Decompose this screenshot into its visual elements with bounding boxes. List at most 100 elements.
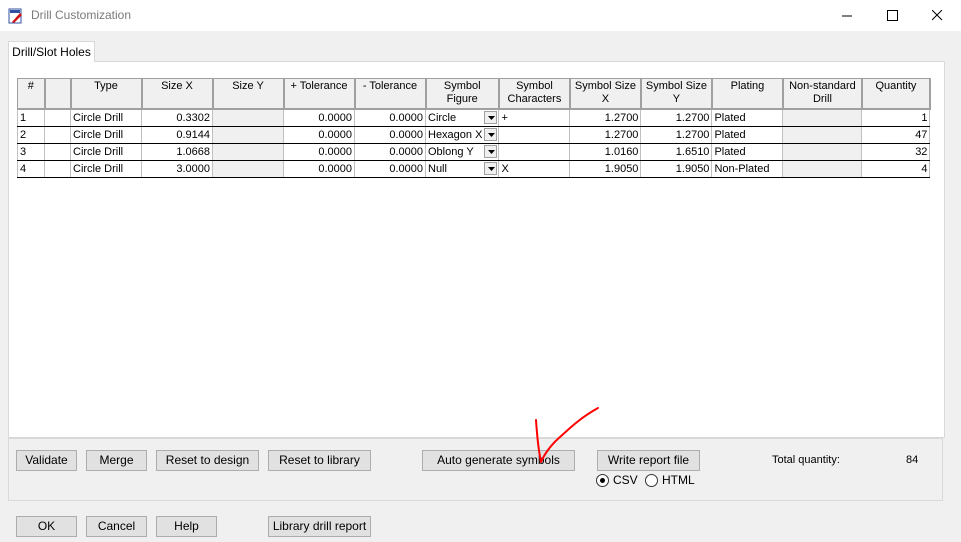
cell-minus-tolerance[interactable]: 0.0000	[354, 125, 426, 144]
ok-button[interactable]: OK	[16, 516, 77, 537]
cell-plus-tolerance[interactable]: 0.0000	[283, 125, 355, 144]
merge-button[interactable]: Merge	[86, 450, 147, 471]
cell-plus-tolerance[interactable]: 0.0000	[283, 142, 355, 161]
maximize-button[interactable]	[869, 0, 915, 31]
total-quantity-value: 84	[906, 454, 919, 466]
table-row[interactable]: 4 Circle Drill 3.0000 0.0000 0.0000 Null…	[17, 159, 931, 178]
cell-symbol-characters[interactable]: X	[498, 159, 571, 178]
col-header-symbol-size-x[interactable]: Symbol Size X	[569, 78, 642, 110]
cell-quantity: 4	[861, 159, 931, 178]
table-header-row: # Type Size X Size Y + Tolerance - Toler…	[17, 78, 931, 110]
col-header-nonstandard-drill[interactable]: Non-standard Drill	[782, 78, 863, 110]
cell-symbol-size-y[interactable]: 1.6510	[640, 142, 713, 161]
write-report-file-button[interactable]: Write report file	[597, 450, 700, 471]
radio-csv[interactable]: CSV	[596, 473, 638, 487]
table-row[interactable]: 3 Circle Drill 1.0668 0.0000 0.0000 Oblo…	[17, 142, 931, 161]
col-header-plus-tolerance[interactable]: + Tolerance	[283, 78, 356, 110]
col-header-symbol-figure[interactable]: Symbol Figure	[424, 78, 500, 110]
cell-size-x[interactable]: 3.0000	[141, 159, 213, 178]
cell-quantity: 1	[861, 108, 931, 127]
dropdown-button[interactable]	[484, 110, 498, 124]
cell-plating[interactable]: Plated	[711, 125, 784, 144]
library-drill-report-button[interactable]: Library drill report	[268, 516, 371, 537]
cell-symbol-figure[interactable]: Circle	[424, 108, 500, 127]
col-header-symbol-characters[interactable]: Symbol Characters	[498, 78, 571, 110]
cell-size-y	[212, 108, 284, 127]
dropdown-button[interactable]	[484, 127, 498, 141]
cell-symbol-size-y[interactable]: 1.9050	[640, 159, 713, 178]
help-button[interactable]: Help	[156, 516, 217, 537]
radio-csv-indicator[interactable]	[596, 473, 609, 487]
cell-type[interactable]: Circle Drill	[70, 142, 142, 161]
cell-minus-tolerance[interactable]: 0.0000	[354, 108, 426, 127]
cell-select[interactable]	[44, 142, 71, 161]
col-header-quantity[interactable]: Quantity	[861, 78, 931, 110]
cell-nonstandard-drill[interactable]	[782, 108, 863, 127]
cell-plating[interactable]: Plated	[711, 142, 784, 161]
cell-size-x[interactable]: 1.0668	[141, 142, 213, 161]
cell-symbol-size-x[interactable]: 1.9050	[569, 159, 642, 178]
minimize-button[interactable]	[824, 0, 870, 31]
col-header-type[interactable]: Type	[70, 78, 143, 110]
cell-minus-tolerance[interactable]: 0.0000	[354, 142, 426, 161]
cell-nonstandard-drill[interactable]	[782, 125, 863, 144]
cell-plating[interactable]: Plated	[711, 108, 784, 127]
cell-plus-tolerance[interactable]: 0.0000	[283, 108, 355, 127]
drill-app-icon	[8, 8, 22, 24]
cell-select[interactable]	[44, 125, 71, 144]
chevron-down-icon	[488, 132, 496, 137]
cell-size-y	[212, 142, 284, 161]
cell-number[interactable]: 2	[17, 125, 45, 144]
cell-plus-tolerance[interactable]: 0.0000	[283, 159, 355, 178]
cell-symbol-size-y[interactable]: 1.2700	[640, 125, 713, 144]
radio-csv-label: CSV	[613, 473, 638, 487]
cell-number[interactable]: 1	[17, 108, 45, 127]
cell-nonstandard-drill[interactable]	[782, 142, 863, 161]
table-row[interactable]: 1 Circle Drill 0.3302 0.0000 0.0000 Circ…	[17, 108, 931, 127]
cell-symbol-size-x[interactable]: 1.2700	[569, 125, 642, 144]
cell-symbol-figure[interactable]: Oblong Y	[424, 142, 500, 161]
cell-plating[interactable]: Non-Plated	[711, 159, 784, 178]
cell-symbol-size-y[interactable]: 1.2700	[640, 108, 713, 127]
cell-minus-tolerance[interactable]: 0.0000	[354, 159, 426, 178]
cell-size-x[interactable]: 0.3302	[141, 108, 213, 127]
cell-symbol-characters[interactable]	[498, 142, 571, 161]
window-title: Drill Customization	[31, 8, 132, 22]
col-header-number[interactable]: #	[17, 78, 46, 110]
col-header-size-x[interactable]: Size X	[141, 78, 214, 110]
cell-symbol-characters[interactable]	[498, 125, 571, 144]
cell-number[interactable]: 4	[17, 159, 45, 178]
cell-select[interactable]	[44, 159, 71, 178]
radio-html-label: HTML	[662, 473, 695, 487]
close-button[interactable]	[914, 0, 960, 31]
dropdown-button[interactable]	[484, 144, 498, 158]
cell-symbol-size-x[interactable]: 1.2700	[569, 108, 642, 127]
col-header-symbol-size-y[interactable]: Symbol Size Y	[640, 78, 713, 110]
table-row[interactable]: 2 Circle Drill 0.9144 0.0000 0.0000 Hexa…	[17, 125, 931, 144]
cancel-button[interactable]: Cancel	[86, 516, 147, 537]
cell-symbol-characters[interactable]: +	[498, 108, 571, 127]
cell-symbol-figure[interactable]: Hexagon X	[424, 125, 500, 144]
cell-number[interactable]: 3	[17, 142, 45, 161]
radio-html-indicator[interactable]	[645, 473, 658, 487]
cell-symbol-size-x[interactable]: 1.0160	[569, 142, 642, 161]
col-header-size-y[interactable]: Size Y	[212, 78, 285, 110]
dropdown-button[interactable]	[484, 161, 498, 175]
reset-to-design-button[interactable]: Reset to design	[156, 450, 259, 471]
cell-type[interactable]: Circle Drill	[70, 108, 142, 127]
symbol-figure-value: Hexagon X	[428, 128, 483, 141]
radio-html[interactable]: HTML	[645, 473, 695, 487]
cell-type[interactable]: Circle Drill	[70, 125, 142, 144]
validate-button[interactable]: Validate	[16, 450, 77, 471]
cell-nonstandard-drill[interactable]	[782, 159, 863, 178]
cell-symbol-figure[interactable]: Null	[424, 159, 500, 178]
col-header-select[interactable]	[44, 78, 72, 110]
auto-generate-symbols-button[interactable]: Auto generate symbols	[422, 450, 575, 471]
reset-to-library-button[interactable]: Reset to library	[268, 450, 371, 471]
col-header-minus-tolerance[interactable]: - Tolerance	[354, 78, 427, 110]
col-header-plating[interactable]: Plating	[711, 78, 784, 110]
cell-select[interactable]	[44, 108, 71, 127]
tab-drill-slot-holes[interactable]: Drill/Slot Holes	[8, 41, 95, 62]
cell-size-x[interactable]: 0.9144	[141, 125, 213, 144]
cell-type[interactable]: Circle Drill	[70, 159, 142, 178]
